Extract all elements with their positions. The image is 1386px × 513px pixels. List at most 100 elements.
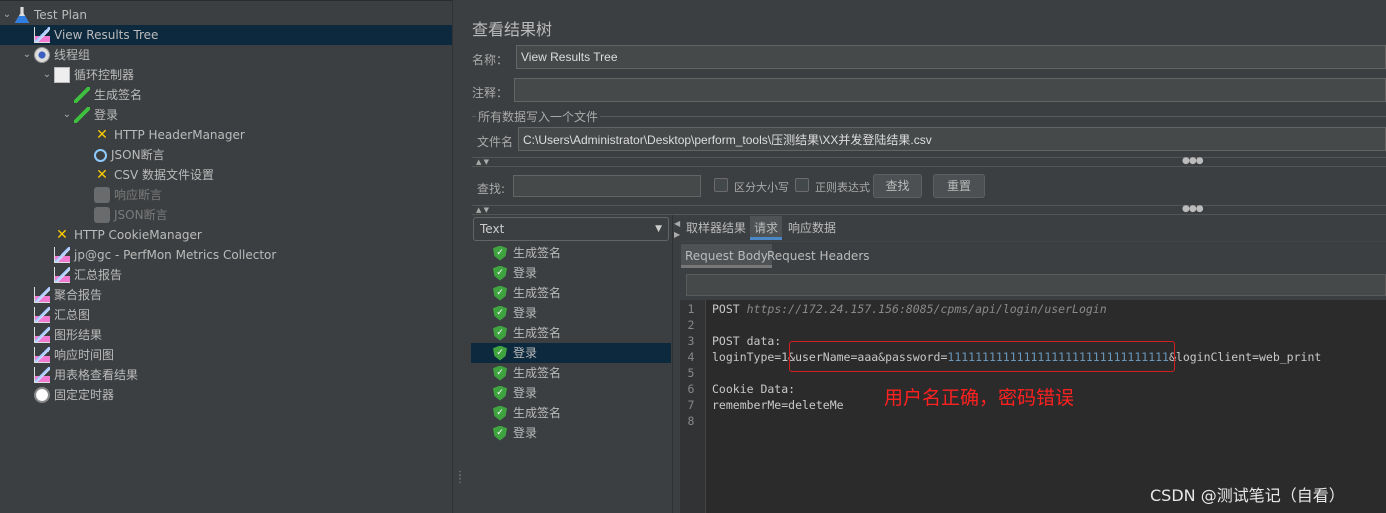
- success-shield-icon: ✓: [493, 325, 507, 341]
- result-label: 生成签名: [513, 286, 562, 300]
- tree-item[interactable]: 用表格查看结果: [20, 365, 138, 385]
- splitter-handle[interactable]: ⋮ ⋮: [452, 0, 465, 513]
- tree-item[interactable]: 汇总图: [20, 305, 90, 325]
- tree-item[interactable]: ⌄ Test Plan: [0, 5, 87, 25]
- tab-1[interactable]: 请求: [750, 216, 783, 240]
- result-label: 登录: [513, 306, 538, 320]
- config-tool-icon: ✕: [96, 167, 108, 183]
- listener-icon: [34, 347, 50, 363]
- result-label: 生成签名: [513, 326, 562, 340]
- search-input[interactable]: [513, 175, 701, 197]
- tree-item-label: View Results Tree: [54, 28, 159, 42]
- success-shield-icon: ✓: [493, 405, 507, 421]
- tree-item[interactable]: 汇总报告: [40, 265, 122, 285]
- tree-item[interactable]: View Results Tree: [0, 25, 452, 45]
- tree-item[interactable]: JSON断言: [80, 205, 168, 225]
- tree-item-label: 循环控制器: [74, 68, 135, 82]
- loop-controller-icon: [54, 67, 70, 83]
- case-sensitive-checkbox[interactable]: [714, 178, 728, 192]
- tree-item[interactable]: jp@gc - PerfMon Metrics Collector: [40, 245, 276, 265]
- filename-label: 文件名: [477, 135, 514, 149]
- tree-item-label: 图形结果: [54, 328, 103, 342]
- case-sensitive-label: 区分大小写: [734, 181, 789, 194]
- result-item[interactable]: ✓ 生成签名: [471, 243, 671, 263]
- result-item[interactable]: ✓ 登录: [471, 423, 671, 443]
- line-number: 3: [687, 334, 695, 348]
- reset-button[interactable]: 重置: [933, 174, 985, 198]
- success-shield-icon: ✓: [493, 285, 507, 301]
- tree-item[interactable]: ⌄ 循环控制器: [40, 65, 134, 85]
- line-number: 8: [687, 414, 695, 428]
- tree-item[interactable]: 固定定时器: [20, 385, 114, 405]
- assertion-search-icon: [94, 148, 107, 162]
- test-plan-tree: ⌄ Test Plan View Results Tree ⌄ 线程组 ⌄ 循环控制器 生成签…: [0, 0, 452, 513]
- find-button[interactable]: 查找: [873, 174, 922, 198]
- tree-item[interactable]: 响应断言: [80, 185, 162, 205]
- tree-item-label: jp@gc - PerfMon Metrics Collector: [74, 248, 277, 262]
- code-line-6: Cookie Data:: [712, 382, 796, 396]
- config-tool-icon: ✕: [56, 227, 68, 243]
- result-item[interactable]: ✓ 生成签名: [471, 283, 671, 303]
- tab-2[interactable]: 响应数据: [784, 216, 840, 240]
- highlight-box: [789, 341, 1175, 372]
- tree-item[interactable]: 生成签名: [60, 85, 142, 105]
- file-section-title: 所有数据写入一个文件: [476, 108, 601, 125]
- result-item[interactable]: ✓ 登录: [471, 303, 671, 323]
- tree-item[interactable]: JSON断言: [80, 145, 165, 165]
- result-label: 登录: [513, 426, 538, 440]
- tab-0[interactable]: 取样器结果: [682, 216, 750, 240]
- result-item[interactable]: ✓ 生成签名: [471, 323, 671, 343]
- result-item[interactable]: ✓ 生成签名: [471, 403, 671, 423]
- regex-checkbox[interactable]: [795, 178, 809, 192]
- config-tool-icon: ✕: [96, 127, 108, 143]
- code-line-7: rememberMe=deleteMe: [712, 398, 844, 412]
- tree-item[interactable]: ⌄ 登录: [60, 105, 118, 125]
- chevron-down-icon[interactable]: ⌄: [0, 5, 14, 25]
- disabled-assertion-icon: [94, 187, 110, 203]
- watermark: CSDN @测试笔记（自看）: [1150, 486, 1345, 505]
- split-grip[interactable]: ●●●: [1182, 156, 1204, 166]
- split-grip-2[interactable]: ●●●: [1182, 204, 1204, 214]
- success-shield-icon: ✓: [493, 265, 507, 281]
- tree-item[interactable]: ✕ CSV 数据文件设置: [80, 165, 214, 185]
- renderer-select[interactable]: Text ▼: [473, 217, 669, 241]
- request-url-bar: [686, 274, 1386, 296]
- tree-item[interactable]: ⌄ 线程组: [20, 45, 90, 65]
- result-item[interactable]: ✓ 登录: [471, 343, 671, 363]
- success-shield-icon: ✓: [493, 365, 507, 381]
- result-item[interactable]: ✓ 登录: [471, 383, 671, 403]
- timer-icon: [34, 387, 50, 403]
- name-input[interactable]: [516, 45, 1386, 69]
- pane-arrows[interactable]: ◀ ▶: [674, 218, 680, 240]
- subtab-0[interactable]: Request Body: [681, 244, 772, 268]
- tree-item[interactable]: ✕ HTTP HeaderManager: [80, 125, 245, 145]
- result-item[interactable]: ✓ 生成签名: [471, 363, 671, 383]
- result-item[interactable]: ✓ 登录: [471, 263, 671, 283]
- collapse-arrows[interactable]: ▲ ▼: [476, 158, 489, 166]
- subtab-1[interactable]: Request Headers: [763, 244, 874, 268]
- code-line-3: POST data:: [712, 334, 782, 348]
- tree-item-label: 生成签名: [94, 88, 143, 102]
- chevron-down-icon[interactable]: ⌄: [40, 65, 54, 85]
- tree-item-label: 用表格查看结果: [54, 368, 139, 382]
- tree-item[interactable]: 图形结果: [20, 325, 102, 345]
- success-shield-icon: ✓: [493, 345, 507, 361]
- filename-input[interactable]: [518, 127, 1386, 151]
- line-number: 1: [687, 302, 695, 316]
- chevron-down-icon[interactable]: ⌄: [60, 105, 74, 125]
- tree-item[interactable]: 响应时间图: [20, 345, 114, 365]
- result-label: 生成签名: [513, 406, 562, 420]
- listener-icon: [34, 287, 50, 303]
- result-label: 登录: [513, 266, 538, 280]
- tree-item[interactable]: 聚合报告: [20, 285, 102, 305]
- tree-item-label: 响应断言: [114, 188, 163, 202]
- tree-item-label: 响应时间图: [54, 348, 115, 362]
- tree-item-label: 聚合报告: [54, 288, 103, 302]
- sampler-pipette-icon: [74, 87, 90, 103]
- tree-item[interactable]: ✕ HTTP CookieManager: [40, 225, 202, 245]
- chevron-down-icon[interactable]: ⌄: [20, 45, 34, 65]
- chevron-down-icon: ▼: [655, 224, 662, 234]
- collapse-arrows-2[interactable]: ▲ ▼: [476, 206, 489, 214]
- comment-input[interactable]: [514, 78, 1386, 102]
- tree-item-label: Test Plan: [34, 8, 87, 22]
